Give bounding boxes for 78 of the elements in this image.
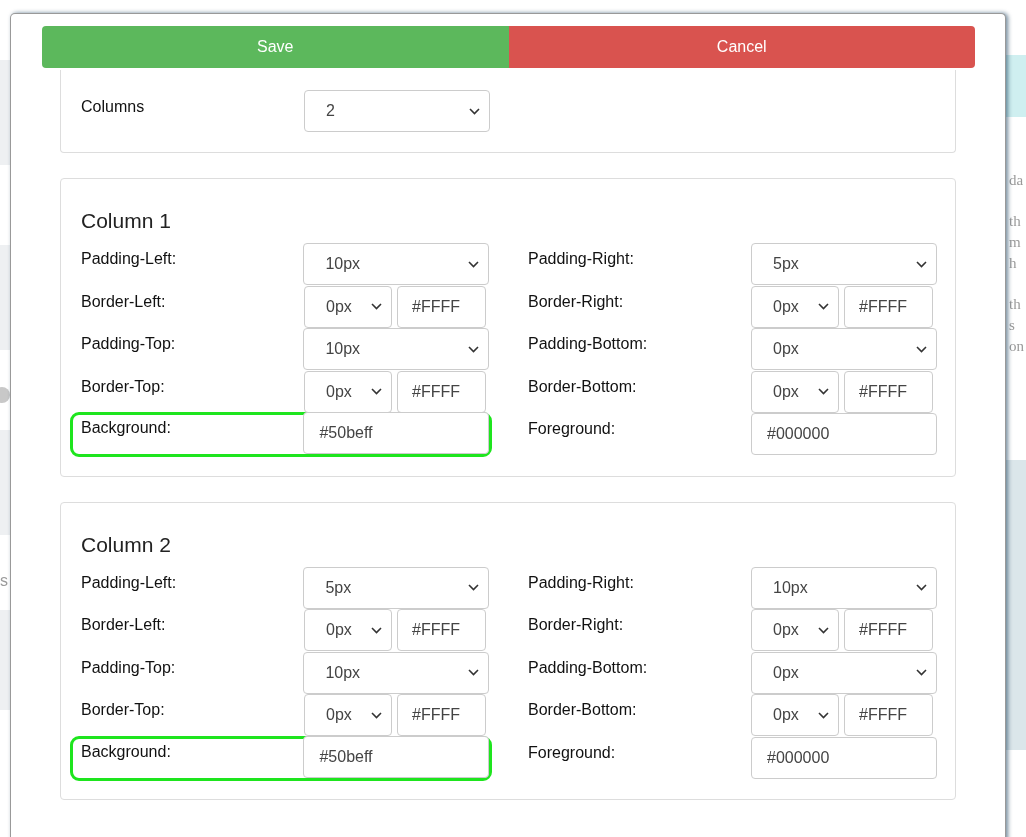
color-input[interactable]: #FFFF — [397, 370, 486, 413]
field-label: Padding-Top: — [81, 657, 177, 677]
field-label: Border-Bottom: — [528, 700, 638, 719]
chevron-icon — [371, 388, 382, 395]
panel-title: Column 1 — [81, 209, 172, 233]
field-label: Padding-Left: — [81, 249, 178, 268]
dropdown[interactable]: 2 — [304, 90, 490, 132]
chevron-icon — [916, 669, 927, 676]
chevron-icon — [371, 626, 382, 634]
color-input[interactable]: #FFFF — [397, 694, 486, 736]
field-label: Border-Bottom: — [528, 376, 638, 396]
background-text: s — [1009, 316, 1016, 335]
dropdown[interactable]: 10px — [751, 566, 937, 609]
field-label: Border-Top: — [81, 376, 166, 396]
color-input[interactable]: #FFFF — [844, 694, 933, 736]
background-text: s — [0, 572, 8, 590]
chevron-icon — [916, 260, 927, 268]
color-input[interactable]: #000000 — [751, 413, 937, 455]
dropdown[interactable]: 0px — [304, 609, 392, 651]
field-label: Border-Right: — [528, 615, 625, 634]
chevron-icon — [371, 711, 382, 719]
panel-title: Column 2 — [81, 532, 172, 557]
color-input[interactable]: #FFFF — [844, 285, 933, 328]
field-label: Border-Left: — [81, 291, 167, 311]
chevron-icon — [371, 303, 382, 310]
color-input[interactable]: #50beff — [303, 412, 489, 454]
chevron-icon — [468, 260, 479, 268]
background-text: on — [1009, 337, 1024, 356]
color-input[interactable]: #FFFF — [397, 285, 486, 328]
dropdown[interactable]: 0px — [751, 694, 839, 736]
color-input[interactable]: #FFFF — [844, 609, 933, 651]
field-label: Border-Left: — [81, 615, 167, 634]
dropdown[interactable]: 0px — [751, 370, 839, 413]
dropdown[interactable]: 5px — [303, 566, 489, 609]
color-input[interactable]: #000000 — [751, 736, 937, 779]
dropdown[interactable]: 0px — [304, 285, 392, 328]
field-label: Foreground: — [528, 419, 617, 438]
background-text: th — [1009, 212, 1022, 231]
field-label: Padding-Bottom: — [528, 657, 649, 677]
field-label: Padding-Left: — [81, 572, 178, 592]
dropdown[interactable]: 0px — [751, 285, 839, 328]
chevron-icon — [818, 626, 829, 634]
chevron-icon — [818, 388, 829, 395]
field-label: Padding-Bottom: — [528, 334, 649, 353]
background-text: m — [1009, 233, 1022, 252]
color-input[interactable]: #FFFF — [397, 609, 486, 651]
dropdown[interactable]: 5px — [751, 243, 937, 285]
field-label: Padding-Right: — [528, 572, 635, 592]
background-text: th — [1009, 295, 1022, 314]
field-label: Border-Right: — [528, 291, 625, 311]
field-label: Padding-Top: — [81, 334, 177, 353]
chevron-icon — [818, 711, 829, 719]
dropdown[interactable]: 0px — [304, 370, 392, 413]
color-input[interactable]: #50beff — [303, 735, 489, 778]
dropdown[interactable]: 0px — [751, 651, 937, 694]
field-label: Padding-Right: — [528, 249, 635, 268]
chevron-icon — [916, 584, 927, 591]
chevron-icon — [468, 584, 479, 591]
dropdown[interactable]: 0px — [751, 328, 937, 370]
chevron-icon — [468, 669, 479, 676]
dropdown[interactable]: 10px — [303, 651, 489, 694]
background-text: h — [1009, 254, 1018, 273]
field-label: Background: — [81, 418, 172, 437]
cancel-button[interactable]: Cancel — [508, 26, 975, 68]
chevron-icon — [818, 303, 829, 310]
dropdown[interactable]: 10px — [303, 328, 489, 370]
chevron-icon — [469, 107, 480, 115]
field-label: Border-Top: — [81, 700, 166, 719]
dropdown[interactable]: 0px — [751, 609, 839, 651]
color-input[interactable]: #FFFF — [844, 370, 933, 413]
chevron-icon — [916, 345, 927, 353]
chevron-icon — [468, 345, 479, 353]
dropdown[interactable]: 0px — [304, 694, 392, 736]
dropdown[interactable]: 10px — [303, 243, 489, 285]
background-text: da — [1009, 171, 1024, 190]
field-label: Columns — [81, 97, 146, 116]
field-label: Foreground: — [528, 742, 617, 762]
field-label: Background: — [81, 741, 172, 761]
